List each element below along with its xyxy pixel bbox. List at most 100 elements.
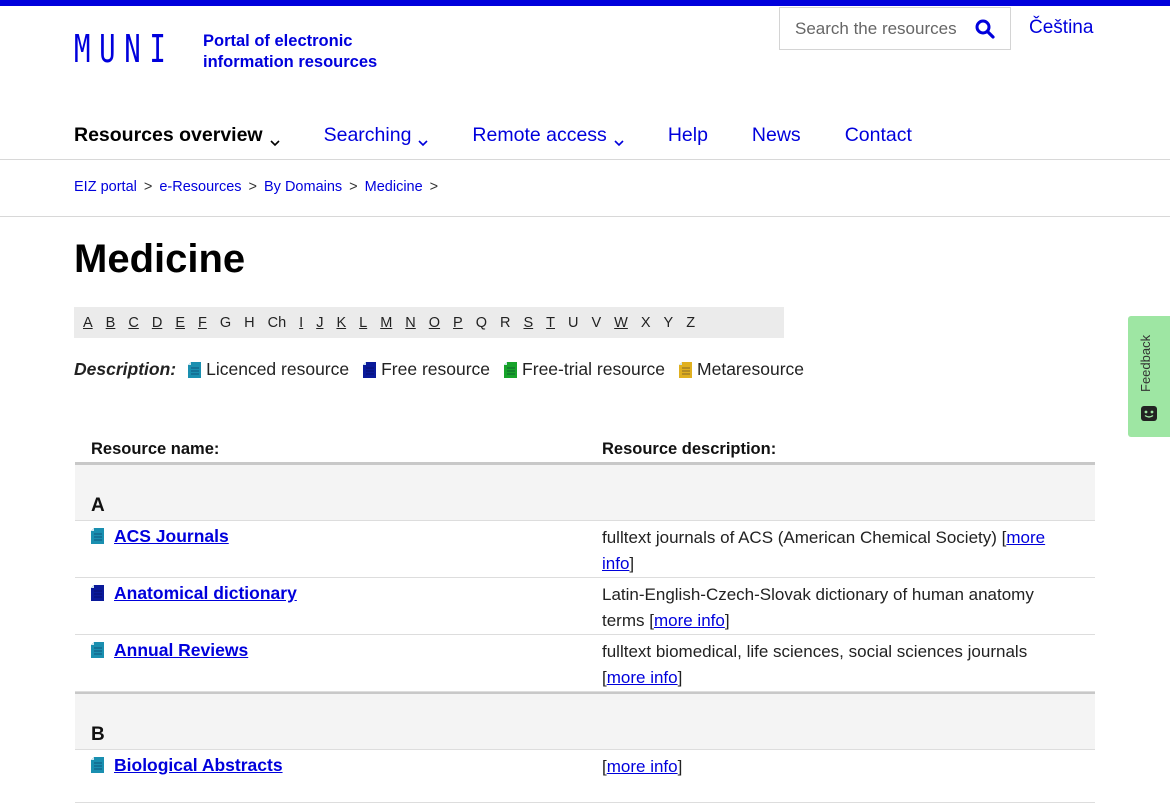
breadcrumb-link[interactable]: e-Resources [159, 179, 241, 195]
more-info-link[interactable]: more info [607, 757, 678, 776]
group-letter: B [91, 724, 105, 745]
main-nav: Resources overview Searching Remote access… [74, 124, 956, 147]
legend-item-label: Licenced resource [206, 359, 350, 379]
nav-item-news[interactable]: News [752, 124, 801, 147]
breadcrumb-separator: > [248, 179, 257, 195]
nav-item-help[interactable]: Help [668, 124, 708, 147]
breadcrumb-divider [0, 216, 1170, 217]
alphabet-letter-v: V [591, 314, 602, 331]
alphabet-letter-q: Q [475, 314, 487, 331]
legend-item: Licenced resource [188, 359, 349, 380]
resource-name-link[interactable]: ACS Journals [114, 526, 229, 547]
breadcrumb-separator: > [143, 179, 153, 195]
search-icon[interactable] [975, 19, 995, 39]
logo-text: Portal of electronic information resourc… [203, 31, 377, 73]
free-icon [363, 361, 377, 378]
breadcrumb-separator: > [349, 179, 358, 195]
resource-name-cell: Annual Reviews [75, 635, 602, 691]
free-trial-icon [504, 361, 518, 378]
alphabet-letter-c[interactable]: C [128, 315, 138, 331]
search-input[interactable] [793, 17, 967, 40]
alphabet-letter-t[interactable]: T [546, 315, 555, 331]
resource-name-cell: ACS Journals [75, 521, 602, 577]
nav-divider [0, 159, 1170, 160]
breadcrumb-link[interactable]: EIZ portal [74, 179, 137, 195]
table-row: Annual Reviews fulltext biomedical, life … [75, 635, 1095, 692]
alphabet-letter-ch: Ch [267, 314, 287, 331]
alphabet-letter-l[interactable]: L [359, 315, 367, 331]
logo-mark: MUNI [74, 27, 175, 71]
alphabet-letter-p[interactable]: P [453, 315, 463, 331]
alphabet-letter-e[interactable]: E [175, 315, 185, 331]
nav-item-label: Remote access [472, 124, 607, 146]
legend-item: Metaresource [679, 359, 804, 380]
chevron-down-icon [270, 131, 280, 146]
alphabet-letter-r: R [500, 314, 511, 331]
alphabet-filter: A B C D E F G H Ch I J K L M N O P Q R S T U V W X Y Z [74, 307, 784, 338]
nav-item-label: Contact [844, 124, 912, 146]
alphabet-letter-w[interactable]: W [614, 315, 628, 331]
muni-logo[interactable]: MUNI Portal of electronic information re… [74, 27, 377, 73]
language-switch-link[interactable]: Čeština [1029, 17, 1093, 39]
breadcrumb: EIZ portal > e-Resources > By Domains > Medici… [74, 179, 445, 195]
free-icon [91, 585, 104, 601]
alphabet-letter-d[interactable]: D [152, 315, 162, 331]
feedback-tab[interactable]: Feedback [1128, 316, 1170, 437]
nav-item-contact[interactable]: Contact [845, 124, 912, 147]
breadcrumb-link[interactable]: By Domains [264, 179, 342, 195]
resource-description: fulltext journals of ACS (American Chemi… [602, 528, 1002, 547]
resource-name-link[interactable]: Annual Reviews [114, 640, 248, 661]
table-header: Resource name: Resource description: [75, 430, 1095, 465]
logo-line-1: Portal of electronic [203, 32, 353, 50]
resource-description-cell: [more info] [602, 757, 683, 776]
page-title: Medicine [74, 237, 246, 281]
nav-item-label: News [751, 124, 801, 146]
resource-description-cell: fulltext biomedical, life sciences, soci… [602, 642, 1028, 687]
alphabet-letter-s[interactable]: S [523, 315, 533, 331]
legend-item: Free resource [363, 359, 490, 380]
resource-name-link[interactable]: Anatomical dictionary [114, 583, 297, 604]
search-box [779, 7, 1011, 50]
alphabet-letter-m[interactable]: M [380, 315, 392, 331]
alphabet-letter-j[interactable]: J [316, 315, 323, 331]
nav-item-resources-overview[interactable]: Resources overview [74, 124, 280, 147]
resource-name-link[interactable]: Biological Abstracts [114, 755, 283, 776]
chevron-down-icon [418, 131, 428, 146]
alphabet-letter-g: G [219, 314, 232, 331]
resource-name-cell: Anatomical dictionary [75, 578, 602, 634]
alphabet-letter-o[interactable]: O [429, 315, 440, 331]
feedback-label: Feedback [1138, 334, 1153, 392]
resource-description-cell: fulltext journals of ACS (American Chemi… [602, 528, 1046, 573]
nav-item-searching[interactable]: Searching [324, 124, 429, 147]
more-info-link[interactable]: more info [654, 611, 725, 630]
alphabet-letter-u: U [568, 314, 579, 331]
alphabet-letter-b[interactable]: B [106, 315, 116, 331]
legend-item-label: Metaresource [697, 359, 805, 379]
nav-item-label: Help [667, 124, 708, 146]
feedback-icon [1141, 406, 1157, 421]
legend-item-label: Free resource [381, 359, 491, 379]
alphabet-letter-i[interactable]: I [299, 315, 303, 331]
nav-item-label: Resources overview [74, 124, 263, 146]
letter-group-header: A [75, 465, 1095, 521]
nav-item-label: Searching [323, 124, 412, 146]
alphabet-letter-z: Z [686, 314, 696, 331]
alphabet-letter-n[interactable]: N [405, 315, 415, 331]
logo-line-2: information resources [203, 53, 378, 71]
licenced-icon [188, 361, 202, 378]
breadcrumb-link[interactable]: Medicine [365, 179, 423, 195]
alphabet-letter-a[interactable]: A [83, 315, 93, 331]
resource-name-cell: Biological Abstracts [75, 750, 602, 802]
table-row: Biological Abstracts [more info] [75, 750, 1095, 803]
resource-table: Resource name: Resource description: A AC… [75, 430, 1095, 803]
alphabet-letter-k[interactable]: K [336, 315, 346, 331]
legend: Description: Licenced resource Free resou… [74, 359, 818, 380]
table-row: ACS Journals fulltext journals of ACS (Am… [75, 521, 1095, 578]
top-accent-bar [0, 0, 1170, 6]
licenced-icon [91, 642, 104, 658]
more-info-link[interactable]: more info [607, 668, 678, 687]
nav-item-remote-access[interactable]: Remote access [472, 124, 624, 147]
alphabet-letter-f[interactable]: F [198, 315, 207, 331]
breadcrumb-separator: > [429, 179, 439, 195]
licenced-icon [91, 528, 104, 544]
